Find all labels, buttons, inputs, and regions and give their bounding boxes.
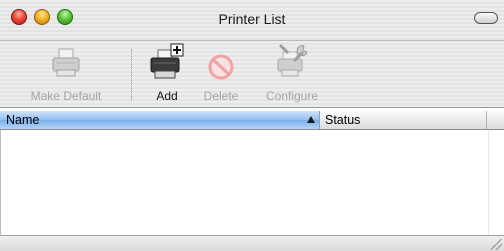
column-header-filler: [488, 111, 504, 129]
printer-icon: [52, 48, 80, 77]
table-header: Name Status: [0, 111, 504, 130]
window-bottom-bar: [0, 235, 504, 251]
make-default-button[interactable]: Make Default: [31, 43, 101, 103]
configure-icon: [277, 43, 308, 77]
make-default-label: Make Default: [30, 89, 102, 103]
window-title: Printer List: [218, 11, 286, 27]
add-printer-icon: [150, 43, 184, 79]
resize-grip-icon[interactable]: [491, 239, 502, 250]
delete-icon: [208, 54, 234, 80]
column-header-status[interactable]: Status: [321, 111, 487, 129]
toolbar-toggle-button[interactable]: [474, 12, 498, 24]
column-status-label: Status: [325, 113, 361, 127]
printer-table-body[interactable]: [0, 130, 504, 235]
configure-button[interactable]: Configure: [266, 43, 318, 103]
add-button[interactable]: Add: [149, 43, 185, 103]
delete-button[interactable]: Delete: [204, 43, 238, 103]
column-divider: [488, 130, 489, 235]
delete-label: Delete: [203, 89, 239, 103]
configure-label: Configure: [265, 89, 319, 103]
toolbar: Make Default Add Delete Configure: [0, 41, 504, 108]
printer-list-window: Printer List Make Default Add Delete Con…: [0, 0, 504, 251]
sort-ascending-icon: [307, 116, 315, 123]
title-bar[interactable]: Printer List: [0, 0, 504, 41]
column-header-name[interactable]: Name: [0, 111, 320, 129]
column-name-label: Name: [6, 113, 40, 127]
